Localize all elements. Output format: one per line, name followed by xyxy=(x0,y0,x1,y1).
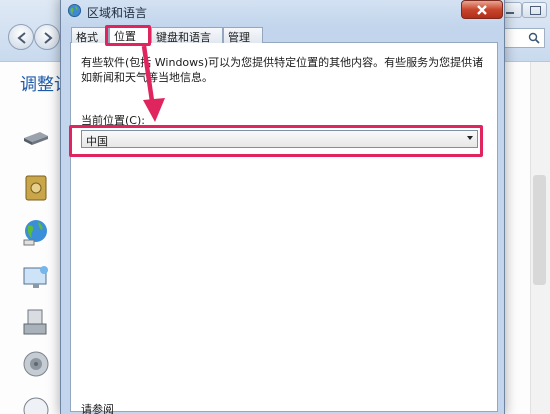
tab-administrative[interactable]: 管理 xyxy=(223,27,263,44)
close-button[interactable] xyxy=(461,0,503,19)
see-also-label: 请参阅 xyxy=(81,403,114,414)
region-language-dialog: 区域和语言 格式 位置 键盘和语言 管理 有些软件(包括 Windows)可以为… xyxy=(60,0,505,414)
network-globe-icon[interactable] xyxy=(20,216,52,248)
speaker-icon[interactable] xyxy=(20,348,52,380)
clock-icon[interactable] xyxy=(20,394,52,414)
highlight-box-tab xyxy=(105,25,151,46)
tab-panel-location xyxy=(70,42,498,412)
display-icon[interactable] xyxy=(20,262,52,294)
dialog-title: 区域和语言 xyxy=(87,6,148,20)
globe-icon xyxy=(67,3,82,18)
hardware-icon[interactable] xyxy=(20,122,52,154)
forward-button[interactable] xyxy=(34,24,60,50)
highlight-box-dropdown xyxy=(69,125,483,157)
close-icon xyxy=(477,5,487,15)
programs-icon[interactable] xyxy=(20,306,52,338)
tab-format[interactable]: 格式 xyxy=(71,27,109,44)
scrollbar-thumb[interactable] xyxy=(533,175,546,285)
forward-arrow-icon xyxy=(44,32,53,44)
tab-keyboard-language[interactable]: 键盘和语言 xyxy=(151,27,223,44)
safe-icon[interactable] xyxy=(20,172,52,204)
maximize-icon[interactable] xyxy=(522,2,547,18)
search-icon xyxy=(528,32,540,44)
back-button[interactable] xyxy=(8,24,34,50)
annotation-arrow-icon xyxy=(141,45,165,122)
back-arrow-icon xyxy=(17,32,26,44)
